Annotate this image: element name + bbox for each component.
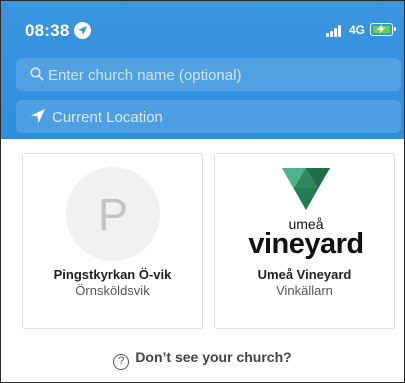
question-icon: ? — [113, 354, 130, 370]
location-arrow-icon — [30, 108, 46, 129]
church-city: Vinkällarn — [276, 283, 333, 298]
church-avatar: P — [66, 167, 160, 261]
vineyard-leaf-icon — [282, 168, 330, 210]
current-location-button[interactable]: Current Location — [16, 100, 401, 133]
app-frame: 08:38 4G Enter church name (optional) Cu… — [0, 0, 405, 383]
status-time: 08:38 — [25, 21, 70, 40]
search-icon — [30, 67, 44, 86]
church-search-input[interactable]: Enter church name (optional) — [16, 58, 401, 91]
church-city: Örnsköldsvik — [75, 283, 150, 298]
search-placeholder: Enter church name (optional) — [48, 67, 242, 84]
church-card-pingstkyrkan[interactable]: P Pingstkyrkan Ö-vik Örnsköldsvik — [22, 153, 203, 329]
header: 08:38 4G Enter church name (optional) Cu… — [1, 1, 404, 139]
current-location-label: Current Location — [52, 109, 163, 126]
avatar-letter: P — [97, 189, 128, 240]
dont-see-church-label: Don’t see your church? — [135, 349, 292, 365]
signal-icon — [326, 25, 346, 37]
battery-icon — [370, 23, 396, 36]
vineyard-logo: umeå vineyard — [241, 164, 371, 260]
network-type: 4G — [349, 23, 366, 37]
church-card-umea-vineyard[interactable]: umeå vineyard Umeå Vineyard Vinkällarn — [214, 153, 395, 329]
church-name: Pingstkyrkan Ö-vik — [53, 267, 172, 282]
logo-big-text: vineyard — [248, 228, 364, 260]
location-services-icon — [74, 22, 91, 39]
dont-see-church-link[interactable]: ? Don’t see your church? — [1, 349, 404, 370]
status-bar: 08:38 4G — [1, 1, 404, 49]
church-name: Umeå Vineyard — [257, 267, 352, 282]
